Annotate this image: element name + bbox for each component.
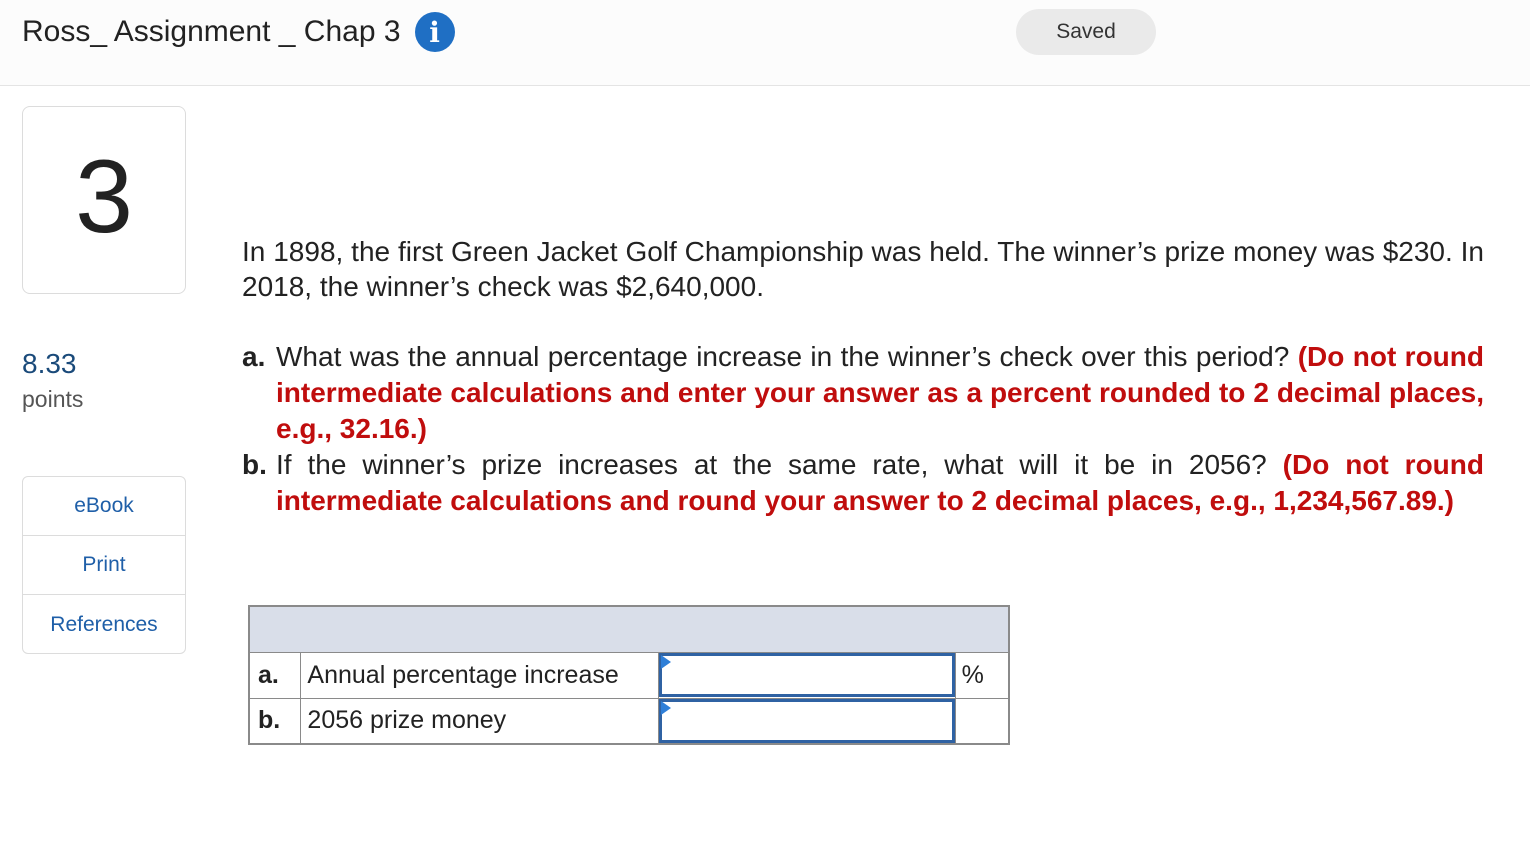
tools-panel: eBook Print References [22, 476, 186, 654]
part-text: If the winner’s prize increases at the s… [276, 449, 1283, 480]
part-body: If the winner’s prize increases at the s… [276, 447, 1484, 519]
question-intro: In 1898, the first Green Jacket Golf Cha… [242, 236, 1484, 302]
row-letter: b. [248, 697, 302, 745]
part-label: a. [242, 341, 266, 372]
header-cell [248, 605, 1010, 653]
row-description: Annual percentage increase [300, 651, 659, 699]
table-row: a. Annual percentage increase % [248, 651, 1010, 699]
row-description: 2056 prize money [300, 697, 659, 745]
answer-table-header [248, 605, 1010, 653]
references-link[interactable]: References [23, 595, 185, 654]
saved-status-badge: Saved [1016, 9, 1156, 55]
points-value: 8.33 [22, 348, 77, 379]
question-number: 3 [75, 139, 133, 255]
info-icon[interactable]: i [414, 12, 455, 52]
assignment-title: Ross_ Assignment _ Chap 3 i [22, 12, 455, 52]
input-marker-icon [660, 654, 671, 669]
print-link[interactable]: Print [23, 536, 185, 595]
prize-money-input[interactable] [658, 698, 955, 743]
part-body: What was the annual percentage increase … [276, 339, 1484, 447]
header-bar: Ross_ Assignment _ Chap 3 i Saved [0, 0, 1530, 86]
row-unit [954, 697, 1010, 745]
question-number-card: 3 [22, 106, 186, 294]
question-part-b: b. If the winner’s prize increases at th… [242, 447, 1484, 519]
row-unit: % [954, 651, 1010, 699]
input-marker-icon [660, 700, 671, 715]
ebook-link[interactable]: eBook [23, 477, 185, 536]
answer-cell [657, 651, 956, 699]
part-label: b. [242, 449, 267, 480]
row-letter: a. [248, 651, 302, 699]
answer-cell [657, 697, 956, 745]
points-label: points [22, 386, 84, 412]
table-row: b. 2056 prize money [248, 697, 1010, 745]
assignment-title-text: Ross_ Assignment _ Chap 3 [22, 15, 401, 48]
question-part-a: a. What was the annual percentage increa… [242, 339, 1484, 447]
annual-percentage-input[interactable] [658, 653, 955, 697]
question-parts: a. What was the annual percentage increa… [242, 339, 1484, 519]
answer-table: a. Annual percentage increase % b. 2056 … [248, 605, 1010, 745]
part-text: What was the annual percentage increase … [276, 341, 1298, 372]
